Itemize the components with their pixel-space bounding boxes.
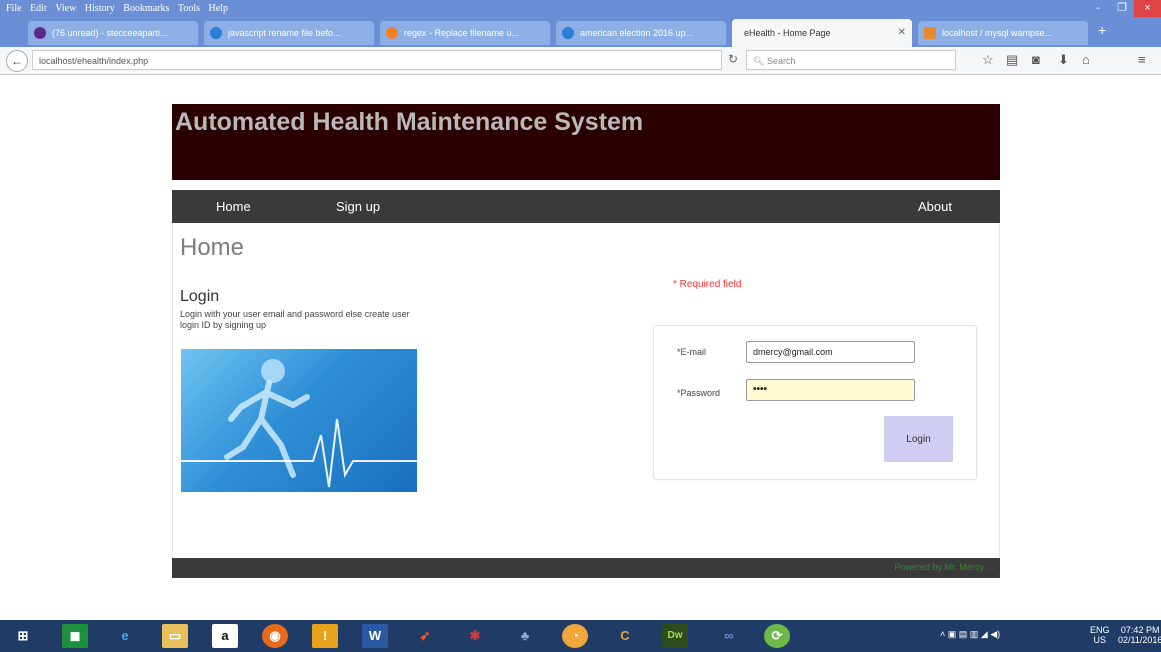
dreamweaver-icon[interactable]: Dw — [662, 624, 688, 648]
reload-icon[interactable]: ↻ — [728, 52, 738, 66]
menu-help[interactable]: Help — [209, 3, 228, 14]
input-language[interactable]: ENG US — [1090, 625, 1110, 645]
windows-taskbar: ⊞ ◼ e ▭ a ◉ ! W ➶ ✱ ♣ ◔ C Dw ∞ ⟳ ˄ ▣ ▤ ▥… — [0, 620, 1161, 652]
app-icon[interactable]: ✱ — [462, 624, 488, 648]
yahoo-mail-icon — [34, 27, 46, 39]
file-explorer-icon[interactable]: ▭ — [162, 624, 188, 648]
email-label: *E-mail — [677, 347, 707, 357]
menu-view[interactable]: View — [55, 3, 76, 14]
url-text: localhost/ehealth/index.php — [39, 56, 149, 66]
site-navigation: Home Sign up About — [172, 190, 1000, 223]
password-label: *Password — [677, 388, 721, 398]
site-footer: Powered by Mr. Mercy ... — [172, 558, 1000, 578]
search-placeholder: Search — [766, 56, 796, 66]
site-header: Automated Health Maintenance System — [172, 104, 1000, 180]
app-icon[interactable]: ➶ — [412, 624, 438, 648]
new-tab-button[interactable]: + — [1098, 22, 1106, 38]
hero-image-running-skeleton — [181, 349, 417, 492]
nav-about-link[interactable]: About — [918, 190, 952, 223]
tab-title: eHealth - Home Page — [744, 28, 831, 38]
app-icon[interactable]: ♣ — [512, 624, 538, 648]
phpmyadmin-icon — [924, 27, 936, 39]
login-heading: Login — [180, 288, 220, 305]
required-field-note: * Required field — [673, 279, 742, 290]
browser-toolbar: ← localhost/ehealth/index.php ↻ 🔍︎ Searc… — [0, 47, 1161, 75]
download-icon[interactable]: ⬇ — [1058, 52, 1069, 68]
word-icon[interactable]: W — [362, 624, 388, 648]
region-code: US — [1093, 635, 1107, 645]
chrome-icon[interactable]: ◔ — [562, 624, 588, 648]
search-input[interactable]: 🔍︎ Search — [746, 50, 956, 70]
search-icon: 🔍︎ — [753, 56, 767, 66]
store-icon[interactable]: ◼ — [62, 624, 88, 648]
language-code: ENG — [1090, 625, 1110, 635]
app-icon[interactable]: ∞ — [716, 624, 742, 648]
browser-tab-active[interactable]: eHealth - Home Page ✕ — [732, 19, 912, 47]
tab-title: american election 2016 up... — [580, 28, 694, 38]
content-border-left — [172, 223, 173, 558]
url-bar[interactable]: localhost/ehealth/index.php — [32, 50, 722, 70]
google-icon — [210, 27, 222, 39]
close-tab-icon[interactable]: ✕ — [898, 19, 906, 47]
tab-title: localhost / mysql wampse... — [942, 28, 1053, 38]
site-title: Automated Health Maintenance System — [175, 108, 644, 136]
browser-tab[interactable]: javascript rename file befo... — [204, 21, 374, 45]
clock[interactable]: 07:42 PM 02/11/2016 — [1118, 625, 1161, 645]
firefox-icon[interactable]: ◉ — [262, 624, 288, 648]
browser-tab[interactable]: (76 unread) - stecceeaparti... — [28, 21, 198, 45]
menu-bookmarks[interactable]: Bookmarks — [123, 3, 169, 14]
menu-file[interactable]: File — [6, 3, 22, 14]
app-icon[interactable]: ⟳ — [764, 624, 790, 648]
clock-date: 02/11/2016 — [1118, 635, 1161, 645]
edge-icon[interactable]: e — [112, 624, 138, 648]
back-arrow-icon[interactable]: ← — [6, 50, 28, 72]
content-border-right — [999, 223, 1000, 558]
browser-tab[interactable]: regex - Replace filename u... — [380, 21, 550, 45]
google-icon — [562, 27, 574, 39]
close-window-button[interactable]: × — [1134, 0, 1161, 17]
chrome-canary-icon[interactable]: C — [612, 624, 638, 648]
stackoverflow-icon — [386, 27, 398, 39]
menu-tools[interactable]: Tools — [178, 3, 200, 14]
tab-title: regex - Replace filename u... — [404, 28, 520, 38]
email-field[interactable] — [746, 341, 915, 363]
acrobat-icon[interactable]: ! — [312, 624, 338, 648]
nav-home-link[interactable]: Home — [216, 190, 251, 223]
bookmarks-menu-icon[interactable]: ▤ — [1006, 52, 1018, 68]
browser-menu-bar: File Edit View History Bookmarks Tools H… — [0, 0, 1161, 17]
login-button[interactable]: Login — [884, 416, 953, 462]
password-field[interactable]: •••• — [746, 379, 915, 401]
home-icon[interactable]: ⌂ — [1082, 52, 1090, 67]
hamburger-menu-icon[interactable]: ≡ — [1138, 52, 1146, 67]
pocket-icon[interactable]: ◙ — [1032, 52, 1040, 67]
maximize-button[interactable]: ❐ — [1110, 0, 1134, 17]
nav-signup-link[interactable]: Sign up — [336, 190, 380, 223]
login-description: Login with your user email and password … — [180, 309, 410, 330]
menu-edit[interactable]: Edit — [30, 3, 47, 14]
footer-credit: Powered by Mr. Mercy ... — [894, 562, 994, 572]
health-illustration — [181, 359, 417, 488]
browser-tab[interactable]: localhost / mysql wampse... — [918, 21, 1088, 45]
windows-start-icon[interactable]: ⊞ — [10, 624, 36, 648]
amazon-icon[interactable]: a — [212, 624, 238, 648]
system-tray-icons[interactable]: ˄ ▣ ▤ ▥ ◢ ◀︎) — [940, 629, 1000, 640]
page-title: Home — [180, 234, 245, 261]
menu-history[interactable]: History — [85, 3, 115, 14]
tab-title: javascript rename file befo... — [228, 28, 341, 38]
tab-title: (76 unread) - stecceeaparti... — [52, 28, 168, 38]
tab-strip: (76 unread) - stecceeaparti... javascrip… — [0, 17, 1161, 47]
browser-tab[interactable]: american election 2016 up... — [556, 21, 726, 45]
bookmark-star-icon[interactable]: ☆ — [982, 52, 994, 68]
clock-time: 07:42 PM — [1120, 625, 1160, 635]
minimize-button[interactable]: - — [1086, 0, 1110, 17]
